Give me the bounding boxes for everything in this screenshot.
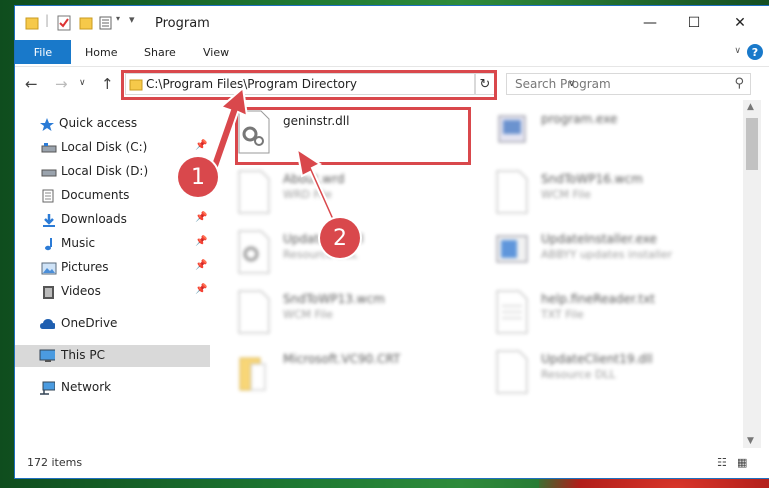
annotation-arrows: [205, 86, 339, 231]
arrow-2: [295, 146, 339, 231]
step-1-badge: 1: [178, 157, 218, 197]
file-explorer-window: | ▾ ▾ Program — ☐ ✕ File Home Share View…: [14, 5, 769, 479]
step-2-badge: 2: [320, 218, 360, 258]
